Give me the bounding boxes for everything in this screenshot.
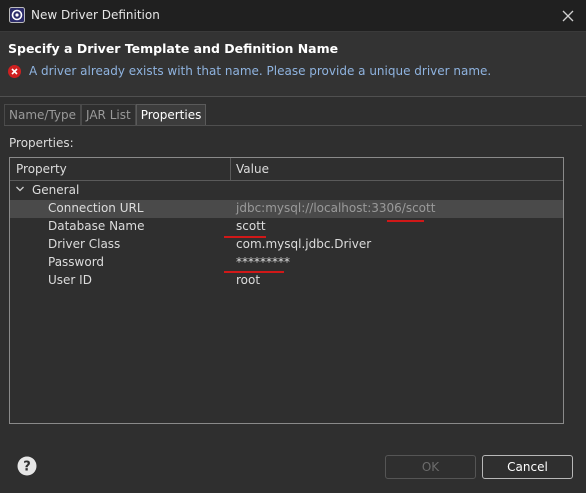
help-icon[interactable]: ?	[17, 456, 37, 476]
page-title: Specify a Driver Template and Definition…	[8, 41, 339, 56]
tab-bar: Name/Type JAR List Properties	[4, 104, 207, 126]
tab-properties[interactable]: Properties	[135, 104, 207, 125]
svg-text:?: ?	[23, 460, 31, 475]
title-bar: New Driver Definition	[0, 0, 586, 32]
table-row[interactable]: Password *********	[10, 254, 563, 272]
properties-table[interactable]: Property Value General Connection URL jd…	[9, 157, 564, 424]
error-icon	[8, 65, 21, 78]
property-name: User ID	[48, 273, 92, 287]
window-title: New Driver Definition	[31, 8, 160, 22]
close-button[interactable]	[558, 6, 578, 26]
tree-group-general[interactable]: General	[10, 181, 563, 199]
property-name: Password	[48, 255, 105, 269]
properties-label: Properties:	[9, 136, 74, 150]
tab-divider	[4, 125, 582, 126]
property-name: Driver Class	[48, 237, 121, 251]
tab-jar-list[interactable]: JAR List	[81, 104, 136, 125]
property-value[interactable]: scott	[236, 219, 266, 233]
wizard-header: Specify a Driver Template and Definition…	[0, 32, 586, 97]
table-header: Property Value	[10, 158, 563, 181]
property-value[interactable]: root	[236, 273, 260, 287]
app-icon	[9, 7, 25, 23]
annotation-underline	[224, 271, 284, 273]
cancel-button[interactable]: Cancel	[482, 455, 573, 479]
ok-button[interactable]: OK	[385, 455, 476, 479]
tab-name-type[interactable]: Name/Type	[4, 104, 82, 125]
annotation-underline	[387, 220, 424, 222]
table-row[interactable]: Database Name scott	[10, 218, 563, 236]
property-value[interactable]: jdbc:mysql://localhost:3306/scott	[236, 201, 435, 215]
column-header-property[interactable]: Property	[16, 162, 67, 176]
property-value[interactable]: com.mysql.jdbc.Driver	[236, 237, 371, 251]
table-row[interactable]: Connection URL jdbc:mysql://localhost:33…	[10, 200, 563, 218]
column-header-value[interactable]: Value	[236, 162, 269, 176]
chevron-down-icon[interactable]	[15, 184, 25, 194]
table-row[interactable]: User ID root	[10, 272, 563, 290]
property-name: Connection URL	[48, 201, 144, 215]
annotation-underline	[224, 236, 266, 238]
close-icon	[562, 10, 574, 22]
column-divider[interactable]	[230, 158, 231, 180]
property-value[interactable]: *********	[236, 255, 290, 269]
table-row[interactable]: Driver Class com.mysql.jdbc.Driver	[10, 236, 563, 254]
error-message: A driver already exists with that name. …	[29, 64, 492, 78]
group-label: General	[32, 183, 80, 197]
property-name: Database Name	[48, 219, 145, 233]
